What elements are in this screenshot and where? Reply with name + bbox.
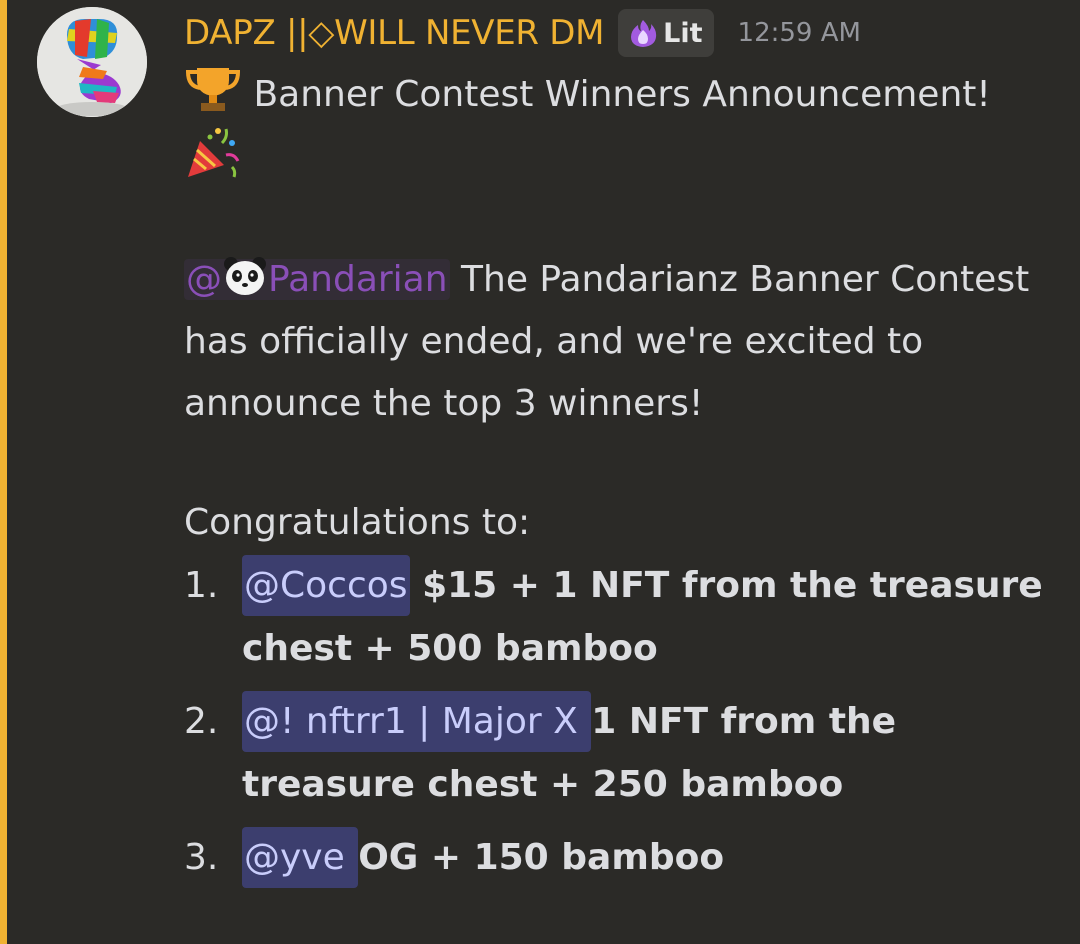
tag-label: Lit [663, 17, 703, 49]
server-tag[interactable]: Lit [618, 9, 714, 57]
party-popper-icon [188, 128, 240, 178]
user-mention[interactable]: @yve [242, 827, 359, 888]
trophy-icon [185, 68, 241, 111]
message-header: DAPZ ||◇WILL NEVER DM Lit 12:59 AM [184, 0, 1064, 66]
list-number: 2. [184, 701, 219, 742]
avatar[interactable] [37, 7, 147, 117]
author-name[interactable]: DAPZ ||◇WILL NEVER DM [184, 13, 604, 53]
role-mention-prefix: @ [186, 259, 222, 300]
user-mention[interactable]: @Coccos [242, 555, 410, 616]
message-body: @ Pandarian The Pandarianz Banner Contest… [184, 249, 1064, 435]
announcement-title-line: Banner Contest Winners Announcement! [184, 64, 1064, 123]
role-mention[interactable]: @ Pandarian [184, 257, 450, 300]
role-mention-name: Pandarian [268, 259, 448, 300]
flame-icon [631, 20, 657, 47]
party-line [184, 123, 1064, 189]
timestamp[interactable]: 12:59 AM [738, 18, 861, 48]
list-number: 1. [184, 565, 219, 606]
prize-text: OG + 150 bamboo [358, 837, 725, 878]
panda-icon [224, 257, 266, 295]
message-content: DAPZ ||◇WILL NEVER DM Lit 12:59 AM Banne… [184, 0, 1064, 899]
user-mention[interactable]: @! nftrr1 | Major X [242, 691, 592, 752]
list-item: 2. @! nftrr1 | Major X 1 NFT from the tr… [184, 690, 1064, 816]
list-item: 1. @Coccos $15 + 1 NFT from the treasure… [184, 554, 1064, 680]
congrats-line: Congratulations to: [184, 502, 531, 543]
winners-list: 1. @Coccos $15 + 1 NFT from the treasure… [184, 554, 1064, 889]
list-item: 3. @yve OG + 150 bamboo [184, 826, 1064, 889]
chat-message: DAPZ ||◇WILL NEVER DM Lit 12:59 AM Banne… [0, 0, 1080, 944]
list-number: 3. [184, 837, 219, 878]
announcement-title: Banner Contest Winners Announcement! [253, 74, 991, 115]
